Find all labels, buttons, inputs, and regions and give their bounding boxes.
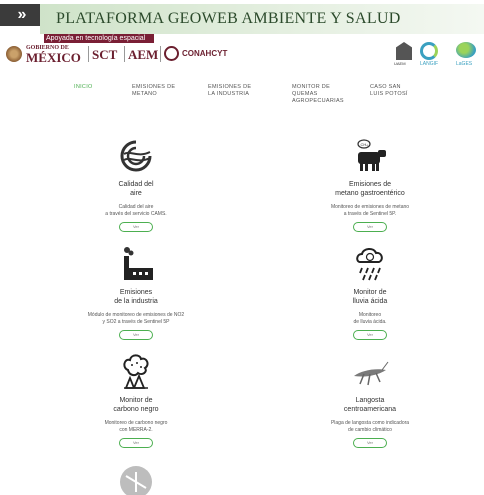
card-desc-line2: a través de Sentinel 5P. [343,211,397,217]
uaem-label: UAEM [394,61,406,66]
card-desc-line2: de cambio climático [348,427,392,433]
card-description: Monitoreo de emisiones de metano a través… [280,204,460,218]
card-title: Calidad del aire [46,180,226,198]
gobierno-seal-icon [6,46,22,62]
nav-emisiones-industria[interactable]: EMISIONES DE LA INDUSTRIA [208,84,254,98]
card-title: Monitor de carbono negro [46,396,226,414]
page-subtitle: Apoyada en tecnología espacial [46,35,146,42]
cow-icon: CH₄ [357,139,386,171]
card-title-line1: Calidad del [118,181,154,188]
card-desc-line2: y SO2 a través de Sentinel 5P [102,319,170,325]
card-desc-line1: Monitoreo [358,312,382,318]
langif-globe-icon [420,42,438,60]
card-desc-line1: Monitoreo de carbono negro [104,420,168,426]
card-title-line1: Emisiones de [348,181,392,188]
card-desc-line1: Calidad del aire [118,204,154,210]
lages-label: LaGES [456,61,473,67]
card-desc-line1: Módulo de monitoreo de emisiones de NO2 [87,312,185,318]
uaem-building-icon [396,42,412,60]
black-carbon-icon [123,354,149,389]
svg-text:CH₄: CH₄ [361,142,369,147]
card-title: Monitor de lluvia ácida [280,288,460,306]
card-title: Emisiones de la industria [46,288,226,306]
ver-button[interactable]: Ver [119,222,153,232]
conahcyt-logo: CONAHCYT [182,49,228,58]
card-title-line2: lluvia ácida [352,298,388,305]
card-description: Monitoreo de carbono negro con MERRA-2. [46,420,226,434]
card-description: Monitoreo de lluvia ácida. [280,312,460,326]
card-description: Calidad del aire a través del servicio CA… [46,204,226,218]
card-metano: CH₄ Emisiones de metano gastroentérico Mo… [280,136,460,232]
card-desc-line2: de lluvia ácida. [353,319,387,325]
ver-button[interactable]: Ver [353,222,387,232]
nav-caso-slp[interactable]: CASO SAN LUIS POTOSÍ [370,84,410,98]
aem-logo: AEM [128,47,159,62]
card-title: Emisiones de metano gastroentérico [280,180,460,198]
card-desc-line2: a través del servicio CAMS. [105,211,167,217]
ver-button[interactable]: Ver [353,438,387,448]
card-title-line1: Monitor de [119,397,153,404]
card-title-line2: carbono negro [113,406,159,413]
card-title: Langosta centroamericana [280,396,460,414]
mosquito-icon [120,466,152,495]
divider [88,46,89,62]
card-carbono-negro: Monitor de carbono negro Monitoreo de car… [46,352,226,448]
card-langosta: Langosta centroamericana Plaga de langost… [280,352,460,448]
card-desc-line1: Plaga de langosta como indicadora [330,420,410,426]
card-description: Plaga de langosta como indicadora de camb… [280,420,460,434]
page-title: PLATAFORMA GEOWEB AMBIENTE Y SALUD [56,10,401,27]
card-calidad-aire: Calidad del aire Calidad del aire a través… [46,136,226,232]
card-title-line1: Monitor de [353,289,387,296]
lages-logo-icon [456,42,476,58]
card-desc-line1: Monitoreo de emisiones de metano [330,204,410,210]
divider [160,46,161,62]
card-industria: Emisiones de la industria Módulo de monit… [46,244,226,340]
sct-logo: SCT [92,47,118,62]
card-title-line2: metano gastroentérico [335,190,405,197]
factory-icon [124,247,153,280]
ver-button[interactable]: Ver [119,330,153,340]
card-title-line1: Emisiones [119,289,153,296]
gob-big-text: MÉXICO [26,50,81,65]
ver-button[interactable]: Ver [353,330,387,340]
gobierno-mexico-logo: GOBIERNO DE MÉXICO [26,45,81,64]
nav-inicio[interactable]: INICIO [74,84,93,91]
card-title-line2: centroamericana [343,406,397,413]
card-title-line2: de la industria [114,298,158,305]
locust-icon [354,361,389,386]
card-description: Módulo de monitoreo de emisiones de NO2 y… [46,312,226,326]
air-quality-icon [120,140,152,172]
nav-emisiones-metano[interactable]: EMISIONES DE METANO [132,84,178,98]
menu-chevron-icon[interactable]: » [0,4,40,26]
card-title-line2: aire [130,190,142,197]
nav-monitor-quemas[interactable]: MONITOR DE QUEMAS AGROPECUARIAS [292,84,352,105]
ver-button[interactable]: Ver [119,438,153,448]
card-desc-line2: con MERRA-2. [119,427,153,433]
langif-label: LANGIF [420,61,439,67]
card-lluvia-acida: Monitor de lluvia ácida Monitoreo de lluvi… [280,244,460,340]
conahcyt-ring-icon [164,46,179,61]
divider [124,46,125,62]
acid-rain-icon [356,248,383,281]
card-title-line1: Langosta [355,397,385,404]
